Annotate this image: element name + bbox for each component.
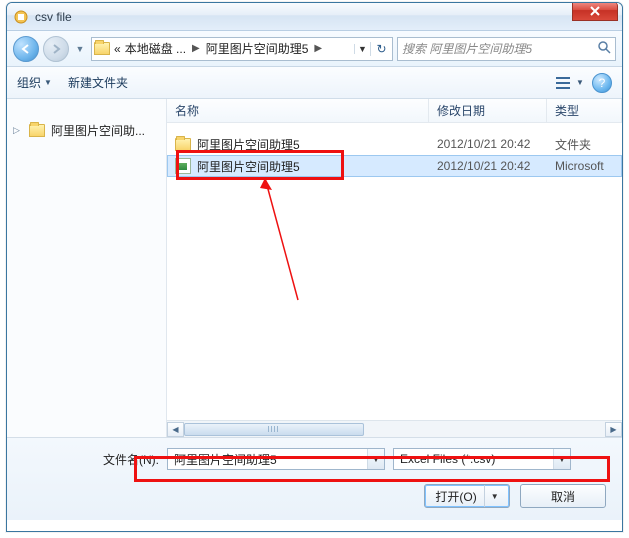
sidebar-item[interactable]: ▷ 阿里图片空间助... bbox=[7, 119, 166, 142]
cancel-button[interactable]: 取消 bbox=[520, 484, 606, 508]
window-title: csv file bbox=[35, 10, 72, 24]
breadcrumb-seg-2[interactable]: 阿里图片空间助理5 bbox=[204, 40, 311, 57]
forward-button[interactable] bbox=[43, 36, 69, 62]
app-icon bbox=[13, 9, 29, 25]
list-item[interactable]: 阿里图片空间助理5 2012/10/21 20:42 文件夹 bbox=[167, 133, 622, 155]
col-type[interactable]: 类型 bbox=[547, 99, 622, 122]
file-date: 2012/10/21 20:42 bbox=[429, 159, 547, 173]
filetype-select[interactable]: Excel Files (*.csv) ▼ bbox=[393, 448, 571, 470]
col-name[interactable]: 名称 bbox=[167, 99, 429, 122]
chevron-right-icon: ▶ bbox=[310, 43, 326, 54]
file-open-dialog: csv file ▼ « 本地磁盘 ... ▶ 阿里图片空间助理5 ▶ ▼ ↻ … bbox=[6, 2, 623, 532]
filetype-value: Excel Files (*.csv) bbox=[394, 452, 553, 466]
scroll-thumb[interactable] bbox=[184, 423, 364, 436]
new-folder-button[interactable]: 新建文件夹 bbox=[68, 74, 128, 91]
nav-history-dropdown[interactable]: ▼ bbox=[73, 38, 87, 60]
view-mode-button[interactable]: ▼ bbox=[552, 72, 586, 94]
titlebar: csv file bbox=[7, 3, 622, 31]
filename-input[interactable]: 阿里图片空间助理5 ▼ bbox=[167, 448, 385, 470]
help-button[interactable]: ? bbox=[592, 73, 612, 93]
filename-row: 文件名(N): 阿里图片空间助理5 ▼ Excel Files (*.csv) … bbox=[103, 448, 610, 470]
window-controls bbox=[572, 2, 618, 21]
view-icon bbox=[552, 72, 574, 94]
close-button[interactable] bbox=[572, 2, 618, 21]
search-icon bbox=[598, 41, 611, 57]
file-type: Microsoft bbox=[547, 159, 622, 173]
search-placeholder: 搜索 阿里图片空间助理5 bbox=[402, 40, 532, 57]
file-name: 阿里图片空间助理5 bbox=[197, 136, 300, 153]
scroll-left-button[interactable]: ◀ bbox=[167, 422, 184, 437]
breadcrumb-dropdown[interactable]: ▼ bbox=[354, 44, 370, 54]
sidebar: ▷ 阿里图片空间助... bbox=[7, 99, 167, 437]
open-button[interactable]: 打开(O) ▼ bbox=[424, 484, 510, 508]
bottom-panel: 文件名(N): 阿里图片空间助理5 ▼ Excel Files (*.csv) … bbox=[7, 437, 622, 520]
scroll-right-button[interactable]: ▶ bbox=[605, 422, 622, 437]
chevron-right-icon: ▶ bbox=[188, 43, 204, 54]
excel-icon bbox=[175, 158, 191, 174]
newfolder-label: 新建文件夹 bbox=[68, 74, 128, 91]
cancel-label: 取消 bbox=[551, 488, 575, 505]
folder-icon bbox=[92, 42, 112, 55]
toolbar: 组织 ▼ 新建文件夹 ▼ ? bbox=[7, 67, 622, 99]
horizontal-scrollbar[interactable]: ◀ ▶ bbox=[167, 420, 622, 437]
filename-label: 文件名(N): bbox=[103, 451, 159, 468]
organize-menu[interactable]: 组织 ▼ bbox=[17, 74, 52, 91]
chevron-down-icon[interactable]: ▼ bbox=[367, 449, 384, 469]
breadcrumb-seg-1[interactable]: 本地磁盘 ... bbox=[123, 40, 188, 57]
dialog-body: ▷ 阿里图片空间助... 名称 修改日期 类型 阿里图片空间助理5 2012/1… bbox=[7, 99, 622, 437]
tree-expand-icon[interactable]: ▷ bbox=[13, 125, 20, 136]
open-label: 打开(O) bbox=[435, 488, 476, 505]
list-item[interactable]: 阿里图片空间助理5 2012/10/21 20:42 Microsoft bbox=[167, 155, 622, 177]
col-date[interactable]: 修改日期 bbox=[429, 99, 547, 122]
chevron-down-icon: ▼ bbox=[574, 72, 586, 94]
filename-value: 阿里图片空间助理5 bbox=[168, 451, 367, 468]
file-list: 名称 修改日期 类型 阿里图片空间助理5 2012/10/21 20:42 文件… bbox=[167, 99, 622, 437]
file-name: 阿里图片空间助理5 bbox=[197, 158, 300, 175]
folder-icon bbox=[175, 138, 191, 151]
button-row: 打开(O) ▼ 取消 bbox=[19, 484, 610, 508]
rows-container: 阿里图片空间助理5 2012/10/21 20:42 文件夹 阿里图片空间助理5… bbox=[167, 123, 622, 420]
organize-label: 组织 bbox=[17, 74, 41, 91]
sidebar-item-label: 阿里图片空间助... bbox=[51, 122, 145, 139]
folder-icon bbox=[29, 124, 45, 137]
scroll-track[interactable] bbox=[184, 422, 605, 437]
chevron-down-icon[interactable]: ▼ bbox=[553, 449, 570, 469]
search-input[interactable]: 搜索 阿里图片空间助理5 bbox=[397, 37, 616, 61]
nav-row: ▼ « 本地磁盘 ... ▶ 阿里图片空间助理5 ▶ ▼ ↻ 搜索 阿里图片空间… bbox=[7, 31, 622, 67]
chevron-down-icon[interactable]: ▼ bbox=[484, 485, 499, 507]
file-type: 文件夹 bbox=[547, 136, 622, 153]
refresh-icon[interactable]: ↻ bbox=[370, 42, 392, 56]
chevron-down-icon: ▼ bbox=[44, 78, 52, 87]
back-button[interactable] bbox=[13, 36, 39, 62]
column-headers: 名称 修改日期 类型 bbox=[167, 99, 622, 123]
file-date: 2012/10/21 20:42 bbox=[429, 137, 547, 151]
breadcrumb-prefix: « bbox=[112, 42, 123, 56]
breadcrumb[interactable]: « 本地磁盘 ... ▶ 阿里图片空间助理5 ▶ ▼ ↻ bbox=[91, 37, 393, 61]
